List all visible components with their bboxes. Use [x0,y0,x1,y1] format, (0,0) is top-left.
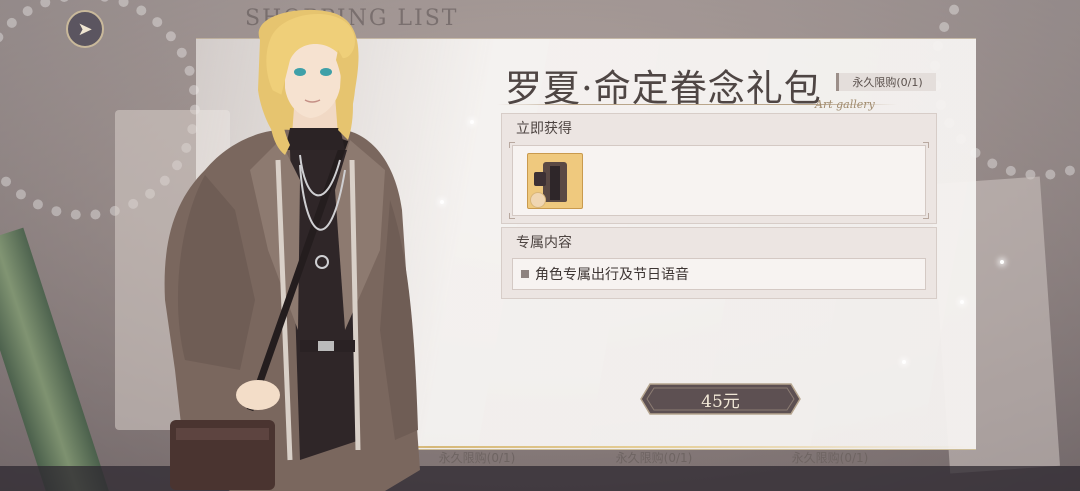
outfit-coat-icon[interactable] [527,153,583,209]
sparkle [1000,260,1004,264]
reward-slot-area [512,145,926,216]
bottom-bar [0,466,1080,491]
sparkle [440,200,444,204]
price-label: 45元 [701,391,740,412]
pack-subtitle: Art gallery [815,98,875,111]
exclusive-content-text: 角色专属出行及节日语音 [535,267,689,283]
gift-pack-screen: SHOPPING LIST ➤ 罗夏·命定眷念礼包 Art gallery 永久… [0,0,1080,491]
purchase-limit-badge: 永久限购(0/1) [836,73,936,91]
background-shop-title: SHOPPING LIST [245,6,459,31]
bottom-pack-tab[interactable]: 永久限购(0/1) [745,447,915,467]
back-button[interactable]: ➤ [66,10,104,48]
sparkle [470,120,474,124]
bottom-pack-tab[interactable]: 永久限购(0/1) [392,447,562,467]
exclusive-content-section: 专属内容 角色专属出行及节日语音 [501,227,937,299]
section-header: 专属内容 [516,235,572,251]
sparkle [902,360,906,364]
section-header: 立即获得 [516,121,572,137]
instant-rewards-section: 立即获得 [501,113,937,224]
buy-button[interactable]: 45元 [640,383,801,415]
sparkle [960,300,964,304]
square-bullet-icon [521,270,529,278]
exclusive-content-row: 角色专属出行及节日语音 [512,258,926,290]
back-arrow-icon: ➤ [77,18,93,40]
bottom-pack-tab[interactable]: 永久限购(0/1) [569,447,739,467]
